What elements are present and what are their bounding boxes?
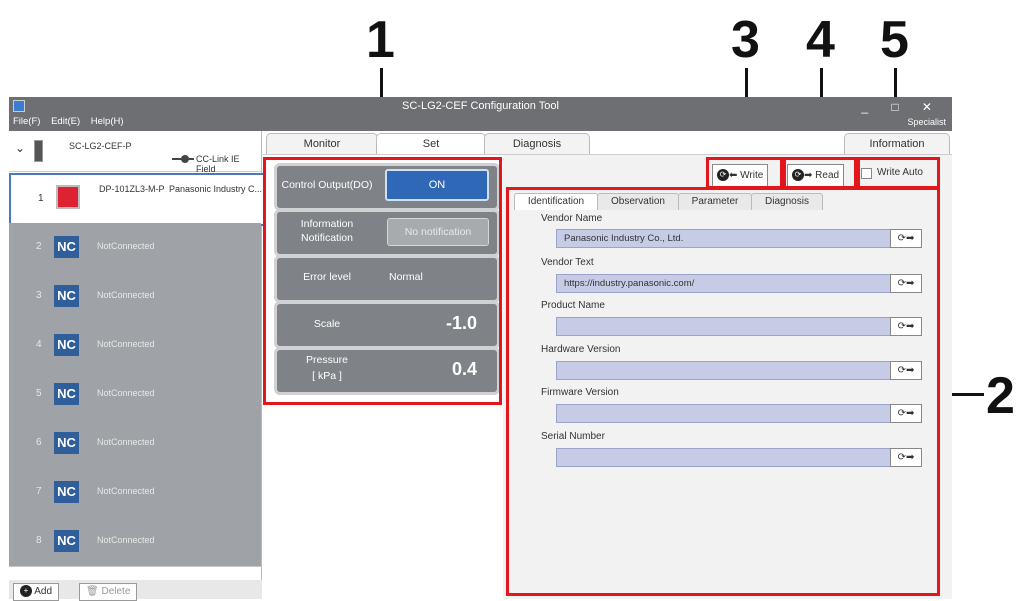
nc-badge-icon: NC [54, 383, 79, 405]
callout-5: 5 [880, 11, 909, 69]
callout-2: 2 [986, 367, 1015, 425]
tab-information[interactable]: Information [844, 133, 950, 155]
device-row[interactable]: 3 NC NotConnected [9, 272, 261, 322]
device-status: NotConnected [97, 290, 155, 300]
tab-diagnosis[interactable]: Diagnosis [484, 133, 590, 155]
root-name: SC-LG2-CEF-P [69, 141, 132, 151]
device-status: NotConnected [97, 388, 155, 398]
window-controls[interactable]: _ □ ✕ [861, 100, 942, 114]
delete-label: Delete [101, 586, 131, 597]
trash-icon: 🗑 [86, 586, 99, 597]
annotation-box-2 [506, 187, 940, 596]
device-index: 2 [36, 241, 42, 252]
callout-4: 4 [806, 11, 835, 69]
callout-3: 3 [731, 11, 760, 69]
nc-badge-icon: NC [54, 432, 79, 454]
device-index: 6 [36, 437, 42, 448]
add-button[interactable]: + Add [13, 583, 60, 601]
nc-badge-icon: NC [54, 530, 79, 552]
device-index: 1 [38, 193, 44, 204]
tree-root[interactable]: ⌄ SC-LG2-CEF-P CC-Link IE Field [9, 131, 261, 174]
callout-1: 1 [366, 11, 395, 69]
annotation-box-5 [857, 157, 940, 189]
chevron-down-icon[interactable]: ⌄ [15, 141, 25, 155]
device-status: NotConnected [97, 535, 155, 545]
delete-button[interactable]: 🗑 Delete [79, 583, 138, 601]
menu-file[interactable]: File(F) [13, 116, 40, 127]
annotation-box-3 [706, 157, 783, 189]
annotation-box-1 [263, 157, 502, 405]
device-row-selected[interactable]: 1 DP-101ZL3-M-P Panasonic Industry C... [9, 173, 265, 226]
user-mode-label: Specialist [907, 117, 946, 127]
network-name: CC-Link IE Field [196, 154, 240, 174]
device-row[interactable]: 5 NC NotConnected [9, 370, 261, 420]
device-model: DP-101ZL3-M-P [99, 184, 165, 194]
add-label: Add [34, 586, 53, 597]
device-status: NotConnected [97, 486, 155, 496]
plus-circle-icon: + [20, 585, 32, 598]
device-tree-pane: ⌄ SC-LG2-CEF-P CC-Link IE Field 1 DP-101… [9, 131, 265, 599]
menu-bar: File(F) Edit(E) Help(H) [13, 116, 132, 127]
menu-edit[interactable]: Edit(E) [51, 116, 80, 127]
device-status: NotConnected [97, 437, 155, 447]
nc-badge-icon: NC [54, 236, 79, 258]
device-index: 4 [36, 339, 42, 350]
device-index: 7 [36, 486, 42, 497]
nc-badge-icon: NC [54, 285, 79, 307]
nc-badge-icon: NC [54, 481, 79, 503]
menu-help[interactable]: Help(H) [91, 116, 124, 127]
nc-badge-icon: NC [54, 334, 79, 356]
device-row[interactable]: 2 NC NotConnected [9, 223, 261, 273]
device-vendor: Panasonic Industry C... [169, 184, 263, 194]
main-tab-bar: Monitor Set Diagnosis Information [263, 131, 952, 155]
controller-icon [34, 140, 43, 162]
annotation-box-4 [783, 157, 857, 189]
tree-action-bar: + Add 🗑 Delete [9, 580, 262, 601]
device-index: 5 [36, 388, 42, 399]
device-index: 8 [36, 535, 42, 546]
device-status: NotConnected [97, 339, 155, 349]
title-bar: SC-LG2-CEF Configuration Tool File(F) Ed… [9, 97, 952, 131]
device-row[interactable]: 4 NC NotConnected [9, 321, 261, 371]
device-row[interactable]: 6 NC NotConnected [9, 419, 261, 469]
tab-set[interactable]: Set [376, 133, 486, 155]
network-connector-icon-dot [181, 155, 189, 163]
device-row[interactable]: 8 NC NotConnected [9, 517, 261, 567]
window-title: SC-LG2-CEF Configuration Tool [402, 100, 559, 112]
sensor-device-icon [56, 185, 80, 209]
device-row[interactable]: 7 NC NotConnected [9, 468, 261, 518]
device-index: 3 [36, 290, 42, 301]
device-status: NotConnected [97, 241, 155, 251]
tab-monitor[interactable]: Monitor [266, 133, 378, 155]
